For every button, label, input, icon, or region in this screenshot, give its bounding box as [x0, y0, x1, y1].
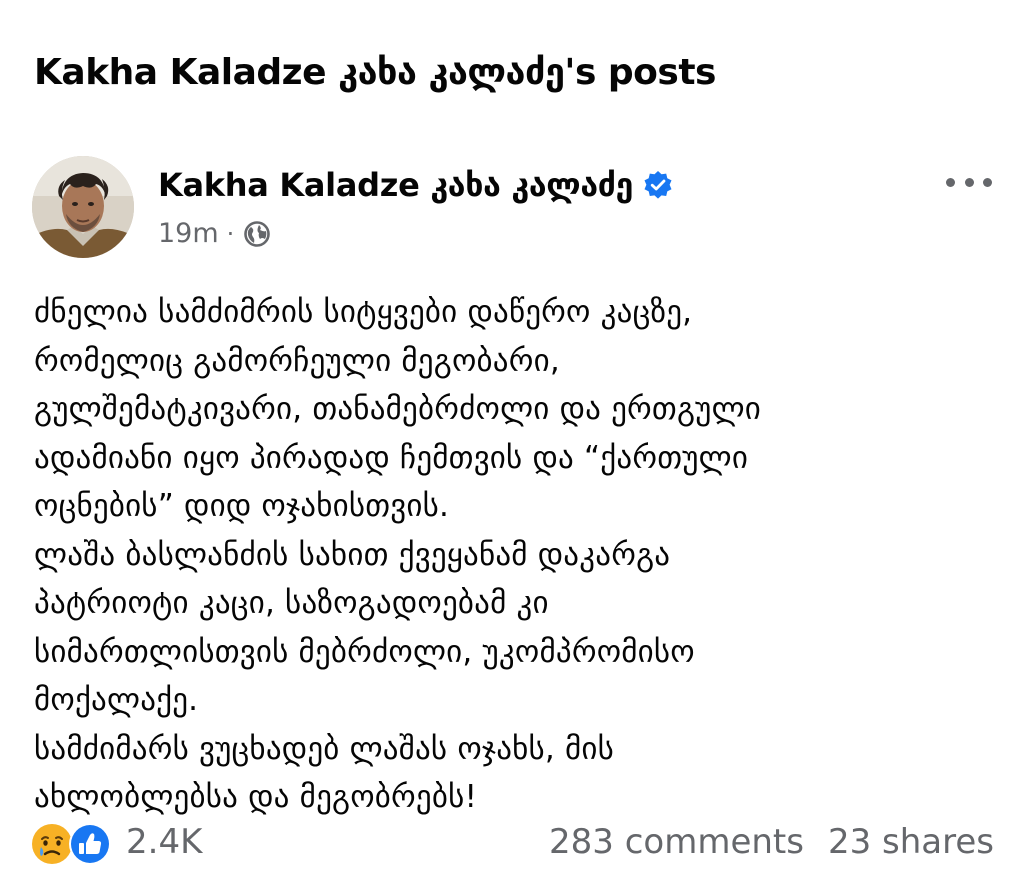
- post-text-line: ახლობლებსა და მეგობრებს!: [34, 779, 478, 815]
- reaction-count[interactable]: 2.4K: [126, 822, 202, 862]
- sad-reaction-icon: [32, 824, 72, 864]
- post-text-line: ოცნების” დიდ ოჯახისთვის.: [34, 488, 450, 524]
- post-meta: 19m ·: [158, 218, 272, 249]
- verified-badge-icon: [643, 170, 673, 200]
- more-dot-icon: [964, 177, 974, 187]
- author-name[interactable]: Kakha Kaladze კახა კალაძე: [158, 166, 633, 204]
- more-options-button[interactable]: [946, 170, 992, 194]
- post-text-line: ძნელია სამძიმრის სიტყვები დაწერო კაცზე,: [34, 294, 693, 330]
- post-text-line: გულშემატკივარი, თანამებრძოლი და ერთგული: [34, 391, 762, 427]
- post-text-line: რომელიც გამორჩეული მეგობარი,: [34, 342, 560, 379]
- reaction-icons[interactable]: [30, 822, 116, 866]
- shares-count-link[interactable]: 23 shares: [828, 822, 994, 862]
- globe-icon[interactable]: [242, 219, 272, 249]
- post-text-line: მოქალაქე.: [34, 682, 199, 718]
- reactions-bar: 2.4K 283 comments 23 shares: [30, 820, 994, 868]
- avatar-photo: [32, 156, 134, 258]
- post-body: ძნელია სამძიმრის სიტყვები დაწერო კაცზე, …: [34, 288, 994, 822]
- post-text-line: ლაშა ბასლანძის სახით ქვეყანამ დაკარგა: [34, 536, 671, 573]
- meta-separator: ·: [226, 219, 235, 248]
- page-title: Kakha Kaladze კახა კალაძე's posts: [34, 52, 716, 93]
- author-row: Kakha Kaladze კახა კალაძე: [158, 166, 673, 204]
- more-dot-icon: [946, 177, 955, 187]
- post-text-line: სამძიმარს ვუცხადებ ლაშას ოჯახს, მის: [34, 730, 615, 767]
- like-reaction-icon: [69, 823, 111, 865]
- post-text-line: პატრიოტი კაცი, საზოგადოებამ კი: [34, 585, 549, 621]
- post-text-line: სიმართლისთვის მებრძოლი, უკომპრომისო: [34, 633, 695, 670]
- post-time[interactable]: 19m: [158, 218, 219, 249]
- post-header: Kakha Kaladze კახა კალაძე 19m ·: [32, 156, 992, 258]
- post-text-line: ადამიანი იყო პირადად ჩემთვის და “ქართული: [34, 439, 749, 476]
- engagement-stats: 283 comments 23 shares: [549, 822, 994, 862]
- avatar[interactable]: [32, 156, 134, 258]
- more-dot-icon: [983, 177, 992, 187]
- comments-count-link[interactable]: 283 comments: [549, 822, 804, 862]
